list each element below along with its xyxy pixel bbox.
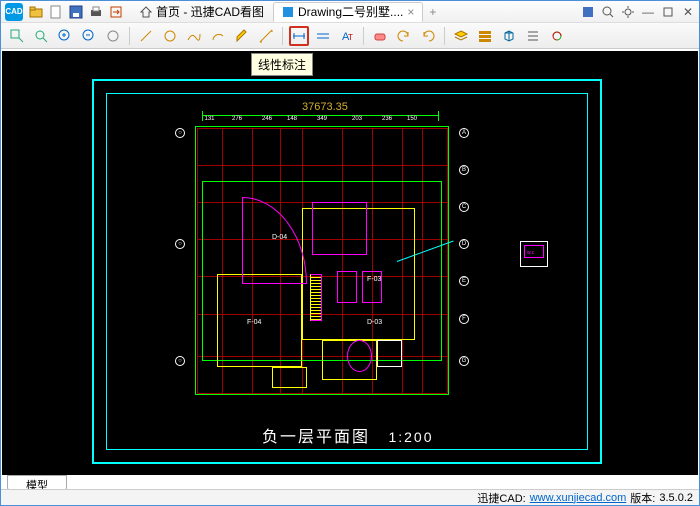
refresh-icon[interactable]: [547, 26, 567, 46]
zoom-in-icon[interactable]: [55, 26, 75, 46]
new-tab-button[interactable]: +: [423, 5, 442, 19]
layer-manager-icon[interactable]: [475, 26, 495, 46]
room-label: F-04: [247, 319, 261, 326]
home-icon: [140, 6, 152, 18]
svg-text:T: T: [348, 33, 353, 42]
status-url-link[interactable]: www.xunjiecad.com: [530, 492, 627, 504]
undo-icon[interactable]: [394, 26, 414, 46]
tab-label: Drawing二号别墅....: [298, 3, 403, 20]
detail-box: [377, 340, 402, 367]
grid-dim: 148: [287, 116, 297, 122]
edit-tool-icon[interactable]: [232, 26, 252, 46]
help-icon[interactable]: [581, 5, 595, 19]
separator: [363, 27, 364, 45]
erase-tool-icon[interactable]: [370, 26, 390, 46]
room-label: D-04: [272, 234, 287, 241]
room: [337, 271, 357, 303]
aligned-dimension-icon[interactable]: [313, 26, 333, 46]
drawing-canvas[interactable]: 37673.35 131 276 246 148 349 203 236 150…: [2, 51, 698, 475]
close-button[interactable]: ✕: [681, 5, 695, 19]
grid-axis-label: F: [459, 314, 469, 324]
arc-tool-icon[interactable]: [208, 26, 228, 46]
cad-doc-icon: [282, 6, 294, 18]
drawing-title-text: 负一层平面图: [262, 429, 370, 446]
dimension-tick: [202, 111, 203, 121]
separator: [282, 27, 283, 45]
quick-access: [29, 5, 123, 19]
separator: [129, 27, 130, 45]
tab-label: 首页 - 迅捷CAD看图: [156, 3, 264, 20]
separator: [444, 27, 445, 45]
text-tool-icon[interactable]: AT: [337, 26, 357, 46]
status-app-name: 迅捷CAD:: [477, 490, 525, 506]
save-icon[interactable]: [69, 5, 83, 19]
search-icon[interactable]: [601, 5, 615, 19]
maximize-button[interactable]: [661, 5, 675, 19]
axis-grid: 131 276 246 148 349 203 236 150 A B C D …: [197, 128, 447, 393]
new-icon[interactable]: [49, 5, 63, 19]
linear-dimension-tool[interactable]: [289, 26, 309, 46]
drawing-title: 负一层平面图 1:200: [262, 423, 434, 447]
layers-icon[interactable]: [451, 26, 471, 46]
grid-dim: 150: [407, 116, 417, 122]
main-toolbar: AT 线性标注: [1, 23, 699, 49]
redo-icon[interactable]: [418, 26, 438, 46]
grid-dim: 246: [262, 116, 272, 122]
grid-dim: 236: [382, 116, 392, 122]
open-icon[interactable]: [29, 5, 43, 19]
dimension-value: 37673.35: [302, 101, 348, 113]
tab-drawing[interactable]: Drawing二号别墅.... ×: [273, 2, 423, 22]
app-logo-icon: CAD: [5, 3, 23, 21]
properties-icon[interactable]: [523, 26, 543, 46]
zoom-window-icon[interactable]: [7, 26, 27, 46]
window-controls: — ✕: [581, 5, 695, 19]
grid-axis-label: ○: [175, 128, 185, 138]
zoom-out-icon[interactable]: [79, 26, 99, 46]
circle-tool-icon[interactable]: [160, 26, 180, 46]
tab-close-icon[interactable]: ×: [407, 5, 414, 19]
stair: [310, 274, 323, 322]
tab-home[interactable]: 首页 - 迅捷CAD看图: [131, 2, 273, 22]
status-version-label: 版本:: [630, 490, 655, 506]
status-version: 3.5.0.2: [659, 492, 693, 504]
inset-label: w.c: [527, 250, 534, 256]
zoom-extents-icon[interactable]: [31, 26, 51, 46]
settings-gear-icon[interactable]: [621, 5, 635, 19]
grid-dim: 203: [352, 116, 362, 122]
print-icon[interactable]: [89, 5, 103, 19]
minimize-button[interactable]: —: [641, 5, 655, 19]
room: [312, 202, 367, 255]
status-bar: 迅捷CAD: www.xunjiecad.com 版本: 3.5.0.2: [1, 489, 699, 505]
room-label: F-03: [367, 276, 381, 283]
drawing-scale: 1:200: [388, 429, 433, 445]
title-bar: CAD 首页 - 迅捷CAD看图 Drawing二号别墅.... × + — ✕: [1, 1, 699, 23]
detail-inset: w.c: [520, 241, 548, 267]
polyline-tool-icon[interactable]: [184, 26, 204, 46]
export-icon[interactable]: [109, 5, 123, 19]
grid-axis-label: A: [459, 128, 469, 138]
grid-dim: 131: [204, 116, 214, 122]
room-label: D-03: [367, 319, 382, 326]
tooltip: 线性标注: [251, 53, 313, 76]
grid-axis-label: G: [459, 356, 469, 366]
box3d-icon[interactable]: [499, 26, 519, 46]
grid-dim: 276: [232, 116, 242, 122]
grid-dim: 349: [317, 116, 327, 122]
document-tabs: 首页 - 迅捷CAD看图 Drawing二号别墅.... × +: [131, 1, 442, 22]
room-wall: [272, 367, 307, 388]
line-tool-icon[interactable]: [136, 26, 156, 46]
measure-tool-icon[interactable]: [256, 26, 276, 46]
dimension-tick: [438, 111, 439, 121]
pan-icon[interactable]: [103, 26, 123, 46]
round-room: [347, 340, 372, 372]
grid-axis-label: ○: [175, 356, 185, 366]
